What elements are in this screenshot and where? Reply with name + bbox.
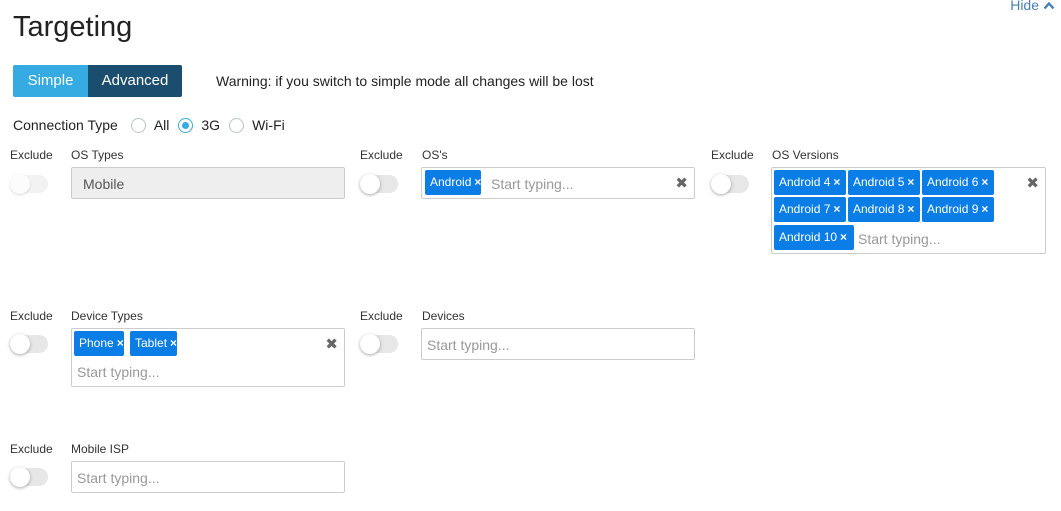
tag-remove-icon[interactable]: ×: [840, 225, 847, 250]
tag-label: Android 7: [779, 202, 831, 216]
connection-option-all[interactable]: All: [130, 117, 170, 133]
clear-icon[interactable]: ✖: [1026, 176, 1039, 191]
mode-warning: Warning: if you switch to simple mode al…: [216, 73, 594, 89]
mobile-isp-field[interactable]: Start typing...: [71, 461, 345, 493]
tag-chip: Phone ×: [74, 331, 124, 356]
tag-remove-icon[interactable]: ×: [833, 197, 840, 222]
tag-chip: Android 7 ×: [774, 197, 846, 222]
exclude-label-device-types: Exclude: [10, 309, 53, 323]
advanced-mode-button[interactable]: Advanced: [88, 65, 182, 97]
tag-remove-icon[interactable]: ×: [117, 331, 124, 356]
connection-option-wifi[interactable]: Wi-Fi: [229, 117, 285, 133]
exclude-label-oss: Exclude: [360, 148, 403, 162]
tag-label: Tablet: [135, 336, 168, 350]
os-versions-label: OS Versions: [772, 148, 839, 162]
device-types-field[interactable]: Phone × Tablet × Start typing... ✖: [71, 328, 345, 387]
tag-chip: Android 6 ×: [922, 170, 994, 195]
device-types-input-placeholder[interactable]: Start typing...: [77, 364, 159, 380]
mode-toggle: Simple Advanced: [13, 65, 182, 97]
tag-chip: Android 9 ×: [922, 197, 994, 222]
exclude-label-os-versions: Exclude: [711, 148, 754, 162]
tag-remove-icon[interactable]: ×: [981, 197, 988, 222]
oss-label: OS's: [422, 148, 448, 162]
os-types-label: OS Types: [71, 148, 124, 162]
os-versions-field[interactable]: Android 4 × Android 5 × Android 6 × Android…: [771, 167, 1046, 254]
tag-label: Android 4: [779, 175, 831, 189]
radio-all-label: All: [153, 117, 170, 133]
device-types-label: Device Types: [71, 309, 143, 323]
tag-remove-icon[interactable]: ×: [474, 170, 481, 195]
tag-label: Android 5: [853, 175, 905, 189]
hide-label: Hide: [1010, 0, 1039, 13]
exclude-toggle-mobile-isp[interactable]: [10, 467, 48, 487]
exclude-label-mobile-isp: Exclude: [10, 442, 53, 456]
radio-all[interactable]: [130, 117, 146, 133]
clear-icon[interactable]: ✖: [675, 176, 688, 191]
connection-type-row: Connection Type All 3G Wi-Fi: [13, 116, 294, 134]
devices-input-placeholder[interactable]: Start typing...: [427, 337, 509, 353]
os-versions-input-placeholder[interactable]: Start typing...: [858, 231, 940, 247]
connection-type-label: Connection Type: [13, 117, 118, 133]
tag-label: Android: [430, 175, 472, 189]
os-types-value: Mobile: [83, 176, 125, 192]
simple-mode-button[interactable]: Simple: [13, 65, 88, 97]
exclude-toggle-device-types[interactable]: [10, 334, 48, 354]
tag-chip: Android 8 ×: [848, 197, 920, 222]
tag-label: Android 8: [853, 202, 905, 216]
devices-label: Devices: [422, 309, 465, 323]
mobile-isp-input-placeholder[interactable]: Start typing...: [77, 470, 159, 486]
hide-link[interactable]: Hide: [1010, 0, 1055, 12]
connection-option-3g[interactable]: 3G: [178, 117, 220, 133]
tag-chip: Tablet ×: [130, 331, 178, 356]
clear-icon[interactable]: ✖: [325, 337, 338, 352]
devices-field[interactable]: Start typing...: [421, 328, 695, 360]
tag-label: Android 6: [927, 175, 979, 189]
tag-remove-icon[interactable]: ×: [907, 197, 914, 222]
tag-remove-icon[interactable]: ×: [170, 331, 177, 356]
oss-field[interactable]: Android × Start typing... ✖: [421, 167, 695, 199]
exclude-toggle-os-types[interactable]: [10, 174, 48, 194]
os-types-field: Mobile: [71, 167, 345, 199]
tag-chip: Android 4 ×: [774, 170, 846, 195]
tag-chip: Android 5 ×: [848, 170, 920, 195]
tag-remove-icon[interactable]: ×: [907, 170, 914, 195]
mobile-isp-label: Mobile ISP: [71, 442, 130, 456]
tag-label: Phone: [79, 336, 114, 350]
chevron-up-icon: [1043, 1, 1055, 9]
tag-label: Android 9: [927, 202, 979, 216]
radio-wifi[interactable]: [229, 117, 245, 133]
radio-3g[interactable]: [178, 117, 194, 133]
exclude-label-os-types: Exclude: [10, 148, 53, 162]
radio-3g-label: 3G: [201, 117, 221, 133]
radio-wifi-label: Wi-Fi: [252, 117, 285, 133]
exclude-toggle-devices[interactable]: [360, 334, 398, 354]
exclude-toggle-oss[interactable]: [360, 174, 398, 194]
tag-label: Android 10: [779, 230, 838, 244]
exclude-toggle-os-versions[interactable]: [711, 174, 749, 194]
page-title: Targeting: [13, 11, 133, 43]
oss-input-placeholder[interactable]: Start typing...: [491, 176, 573, 192]
tag-remove-icon[interactable]: ×: [981, 170, 988, 195]
exclude-label-devices: Exclude: [360, 309, 403, 323]
tag-chip: Android 10 ×: [774, 225, 854, 250]
tag-remove-icon[interactable]: ×: [833, 170, 840, 195]
tag-chip: Android ×: [425, 170, 482, 195]
